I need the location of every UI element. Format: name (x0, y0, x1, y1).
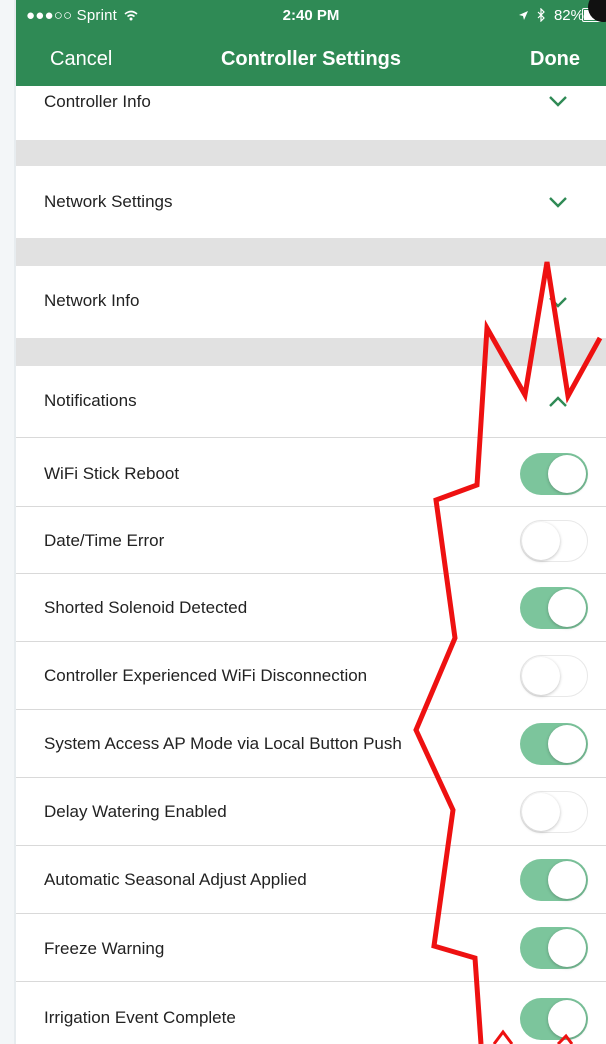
notification-label: WiFi Stick Reboot (44, 464, 180, 483)
notification-label: Freeze Warning (44, 939, 165, 958)
left-edge-strip (0, 0, 16, 1044)
navigation-bar: ●●●○○ Sprint 2:40 PM 82% Cancel Controll… (16, 0, 606, 86)
chevron-down-icon[interactable] (548, 296, 568, 308)
toggle-knob (522, 522, 560, 560)
notification-label: Irrigation Event Complete (44, 1008, 236, 1027)
section-network-settings[interactable]: Network Settings (16, 166, 606, 238)
notification-row-seasonal-adjust: Automatic Seasonal Adjust Applied (16, 846, 606, 913)
section-label: Network Info (44, 291, 140, 310)
location-arrow-icon (518, 11, 528, 20)
toggle-knob (522, 657, 560, 695)
section-label: Notifications (44, 391, 137, 410)
notification-label: Delay Watering Enabled (44, 802, 227, 821)
section-notifications[interactable]: Notifications (16, 366, 606, 438)
section-label: Network Settings (44, 192, 173, 211)
chevron-down-icon[interactable] (548, 95, 568, 107)
notification-label: Shorted Solenoid Detected (44, 598, 248, 617)
notification-row-shorted-solenoid: Shorted Solenoid Detected (16, 574, 606, 641)
toggle-knob (548, 455, 586, 493)
notification-label: Date/Time Error (44, 531, 165, 550)
notification-row-delay-watering: Delay Watering Enabled (16, 778, 606, 845)
notification-row-freeze-warning: Freeze Warning (16, 914, 606, 981)
notification-toggle[interactable] (520, 723, 588, 765)
notification-label: Automatic Seasonal Adjust Applied (44, 870, 307, 889)
battery-percent: 82% (553, 7, 584, 24)
toggle-knob (548, 861, 586, 899)
notification-label: System Access AP Mode via Local Button P… (44, 734, 402, 753)
notification-toggle[interactable] (520, 927, 588, 969)
notification-label: Controller Experienced WiFi Disconnectio… (44, 666, 368, 685)
notification-row-ap-mode: System Access AP Mode via Local Button P… (16, 710, 606, 777)
notification-toggle[interactable] (520, 520, 588, 562)
notification-row-wifi-disconnection: Controller Experienced WiFi Disconnectio… (16, 642, 606, 709)
toggle-knob (548, 725, 586, 763)
notification-row-wifi-stick-reboot: WiFi Stick Reboot (16, 438, 606, 506)
notification-toggle[interactable] (520, 859, 588, 901)
section-gap (16, 238, 606, 266)
section-gap (16, 338, 606, 366)
toggle-knob (548, 1000, 586, 1038)
notification-toggle[interactable] (520, 453, 588, 495)
chevron-down-icon[interactable] (548, 196, 568, 208)
section-network-info[interactable]: Network Info (16, 266, 606, 338)
notification-toggle[interactable] (520, 791, 588, 833)
section-gap (16, 140, 606, 166)
section-label: Controller Info (44, 92, 151, 111)
toggle-knob (548, 929, 586, 967)
notification-toggle[interactable] (520, 998, 588, 1040)
toggle-knob (522, 793, 560, 831)
settings-screen: ●●●○○ Sprint 2:40 PM 82% Cancel Controll… (16, 0, 606, 1044)
status-bar: ●●●○○ Sprint 2:40 PM 82% (16, 0, 606, 30)
section-controller-info[interactable]: Controller Info (16, 86, 606, 140)
bluetooth-icon (537, 7, 545, 23)
page-title: Controller Settings (220, 48, 401, 70)
notification-toggle[interactable] (520, 587, 588, 629)
notification-toggle[interactable] (520, 655, 588, 697)
toggle-knob (548, 589, 586, 627)
chevron-up-icon[interactable] (548, 396, 568, 408)
done-button[interactable]: Done (530, 48, 580, 71)
notification-row-irrigation-complete: Irrigation Event Complete (16, 982, 606, 1044)
notification-row-date-time-error: Date/Time Error (16, 507, 606, 573)
status-right-group: 82% (518, 7, 584, 24)
